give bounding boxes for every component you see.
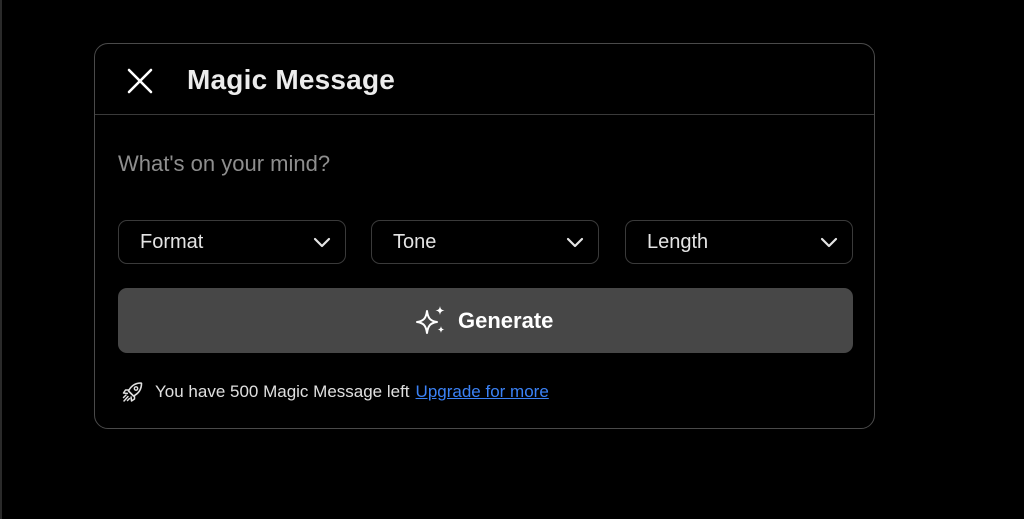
format-dropdown-label: Format: [140, 231, 204, 253]
sparkle-icon: [416, 306, 445, 334]
format-dropdown[interactable]: Format: [118, 220, 346, 264]
rocket-icon: [122, 382, 143, 402]
quota-text: You have 500 Magic Message left: [155, 382, 410, 401]
magic-message-dialog: Magic Message Format Tone Length Generat…: [94, 43, 875, 429]
prompt-input[interactable]: [118, 146, 848, 182]
quota-footer: You have 500 Magic Message left Upgrade …: [121, 379, 549, 405]
chevron-down-icon: [566, 237, 584, 248]
tone-dropdown-label: Tone: [393, 231, 437, 253]
upgrade-link[interactable]: Upgrade for more: [416, 382, 549, 402]
length-dropdown-label: Length: [647, 231, 709, 253]
generate-button[interactable]: Generate: [118, 288, 853, 353]
dialog-title: Magic Message: [187, 64, 396, 95]
window-edge: [0, 0, 2, 519]
generate-button-content: Generate: [414, 304, 553, 338]
dialog-header: Magic Message: [95, 44, 874, 115]
length-dropdown[interactable]: Length: [625, 220, 853, 264]
generate-button-label: Generate: [458, 308, 554, 333]
chevron-down-icon: [820, 237, 838, 248]
close-icon: [127, 68, 153, 94]
close-button[interactable]: [125, 66, 155, 96]
tone-dropdown[interactable]: Tone: [371, 220, 599, 264]
chevron-down-icon: [313, 237, 331, 248]
